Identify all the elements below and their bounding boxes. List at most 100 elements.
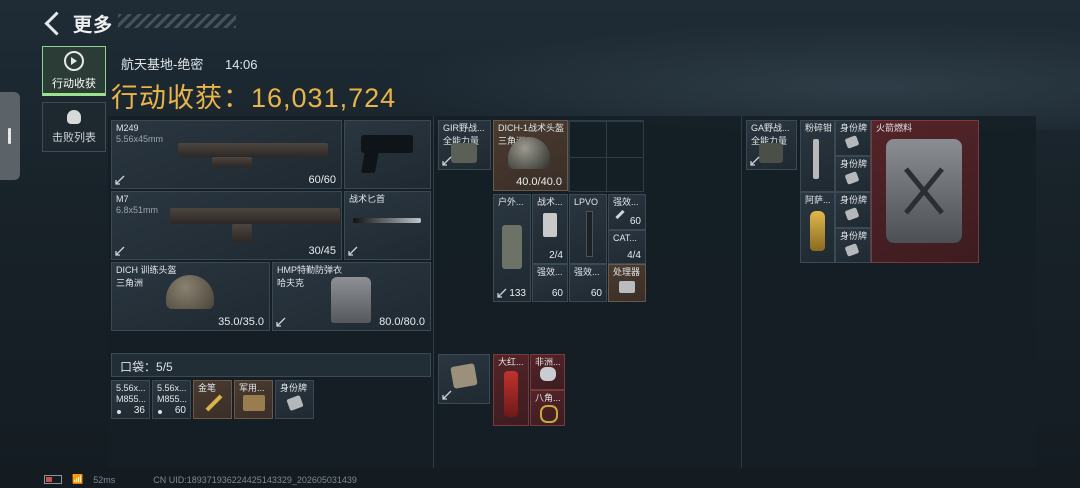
skull-icon xyxy=(67,109,81,124)
weapon-ammo-count: 30/45 xyxy=(308,245,336,257)
dogtag-image xyxy=(844,207,860,221)
armor-maker: 哈夫克 xyxy=(277,278,305,288)
ping-value: 52ms xyxy=(93,474,116,485)
pocket-item[interactable]: 5.56x... M855... 36 xyxy=(111,380,150,419)
pouch-image xyxy=(450,363,478,389)
backpack-item[interactable]: 粉碎钳 xyxy=(800,120,835,192)
rig-pouch-slot[interactable] xyxy=(438,354,490,404)
uid-text: CN UID:18937193622442514332​9_2026050314… xyxy=(153,474,357,485)
rig-valuable[interactable]: 八角... xyxy=(530,390,565,426)
helmet-maker: 三角洲 xyxy=(116,278,144,288)
rig-item[interactable]: 强效... 60 xyxy=(532,264,568,302)
pocket-label: 口袋：5/5 xyxy=(120,360,173,374)
pistol-slot[interactable] xyxy=(344,120,431,189)
side-drawer-handle[interactable] xyxy=(0,92,20,180)
m249-image xyxy=(178,143,328,157)
battery-icon xyxy=(44,475,62,484)
primary-weapon-slot[interactable]: M249 5.56x45mm 60/60 xyxy=(111,120,342,189)
armor-slot[interactable]: HMP特勤防弹衣 哈夫克 80.0/80.0 xyxy=(272,262,431,331)
helmet-slot[interactable]: DICH 训练头盔 三角洲 35.0/35.0 xyxy=(111,262,270,331)
weapon-ammo: 6.8x51mm xyxy=(116,205,159,215)
processor-image xyxy=(619,281,635,293)
chest-rig-slot[interactable]: GIR野战... 全能力量 xyxy=(438,120,491,170)
haul-value: 16,031,724 xyxy=(251,83,397,113)
tab-operation-haul[interactable]: 行动收获 xyxy=(42,46,106,96)
rig-item[interactable]: 户外... 133 xyxy=(493,194,531,302)
play-circle-icon xyxy=(64,51,84,71)
red-bottle-image xyxy=(504,371,518,417)
melee-name: 战术匕首 xyxy=(349,194,386,204)
item-count: 36 xyxy=(133,405,145,416)
tab-label: 击败列表 xyxy=(52,131,96,144)
scope-image xyxy=(586,211,593,257)
pocket-item[interactable]: 身份牌 xyxy=(275,380,314,419)
backpack-item[interactable]: 身份牌 xyxy=(835,156,871,192)
knife-image xyxy=(353,218,421,223)
pocket-item[interactable]: 5.56x... M855... 60 xyxy=(152,380,191,419)
armor-durability: 80.0/80.0 xyxy=(379,316,425,328)
match-time: 14:06 xyxy=(224,57,258,72)
m7-image xyxy=(170,208,340,224)
melee-slot[interactable]: 战术匕首 xyxy=(344,191,431,260)
m7-grip xyxy=(232,224,252,242)
haul-label: 行动收获： xyxy=(111,83,251,113)
rig-item[interactable]: 战术... 2/4 xyxy=(532,194,568,264)
pocket-item[interactable]: 军用... xyxy=(234,380,273,419)
injector-image xyxy=(615,209,625,220)
diamond-image xyxy=(540,367,556,381)
backpack-slot[interactable]: GA野战... 全能力量 xyxy=(746,120,797,170)
weapon-name: M249 xyxy=(116,123,139,133)
rig-item[interactable]: LPVO xyxy=(569,194,607,264)
pen-image xyxy=(205,394,223,412)
military-item-image xyxy=(243,395,265,411)
backpack-item[interactable]: 身份牌 xyxy=(835,120,871,156)
pocket-item[interactable]: 金笔 xyxy=(193,380,232,419)
rig-helmet-slot[interactable]: DICH-1战术头盔 三角洲 40.0/40.0 xyxy=(493,120,568,191)
helmet-name: DICH 训练头盔 xyxy=(116,265,177,275)
rig-item[interactable]: 强效... 60 xyxy=(608,194,646,230)
tab-kill-list[interactable]: 击败列表 xyxy=(42,102,106,152)
secondary-weapon-slot[interactable]: M7 6.8x51mm 30/45 xyxy=(111,191,342,260)
dogtag-image xyxy=(844,135,860,149)
backpack-item[interactable]: 身份牌 xyxy=(835,228,871,263)
cutter-image xyxy=(813,139,819,179)
helmet-durability: 35.0/35.0 xyxy=(218,316,264,328)
dogtag-image xyxy=(286,394,304,412)
rig-item[interactable]: CAT... 4/4 xyxy=(608,230,646,264)
jerrycan-image xyxy=(886,139,962,243)
backpack-image xyxy=(759,143,783,163)
rig-item[interactable]: 强效... 60 xyxy=(569,264,607,302)
map-info: 航天基地-绝密 14:06 xyxy=(121,54,258,73)
rig-image xyxy=(451,143,477,163)
weapon-name: M7 xyxy=(116,194,129,204)
rig-item[interactable]: 处理器 xyxy=(608,264,646,302)
background-scenery xyxy=(380,20,1080,130)
link-icon xyxy=(115,246,125,256)
link-icon xyxy=(497,288,507,298)
backpack-item[interactable]: 阿萨... xyxy=(800,192,835,263)
backpack-item[interactable]: 身份牌 xyxy=(835,192,871,228)
item-count: 60 xyxy=(174,405,186,416)
backpack-item-rocket-fuel[interactable]: 火箭燃料 xyxy=(871,120,979,263)
medical-item-image xyxy=(543,213,557,237)
ammo-dot-icon xyxy=(158,410,162,414)
tab-label: 行动收获 xyxy=(52,78,96,90)
link-icon xyxy=(442,390,452,400)
m249-grip xyxy=(212,157,252,167)
rig-valuable[interactable]: 非洲... xyxy=(530,354,565,390)
pocket-header: 口袋：5/5 xyxy=(111,353,431,377)
column-divider xyxy=(433,116,434,468)
ring-image xyxy=(540,405,558,423)
map-name: 航天基地-绝密 xyxy=(121,57,204,72)
link-icon xyxy=(276,317,286,327)
back-button[interactable]: 更多 xyxy=(42,10,113,37)
dogtag-image xyxy=(844,243,860,257)
pistol-grip xyxy=(361,151,379,173)
link-icon xyxy=(750,156,760,166)
status-bar: 📶 52ms CN UID:18937193622442514332​9_202… xyxy=(44,474,357,485)
rig-valuable[interactable]: 大红... xyxy=(493,354,529,426)
empty-grid xyxy=(568,120,644,192)
tactical-helmet-image xyxy=(508,137,550,169)
dogtag-image xyxy=(844,171,860,185)
link-icon xyxy=(115,175,125,185)
